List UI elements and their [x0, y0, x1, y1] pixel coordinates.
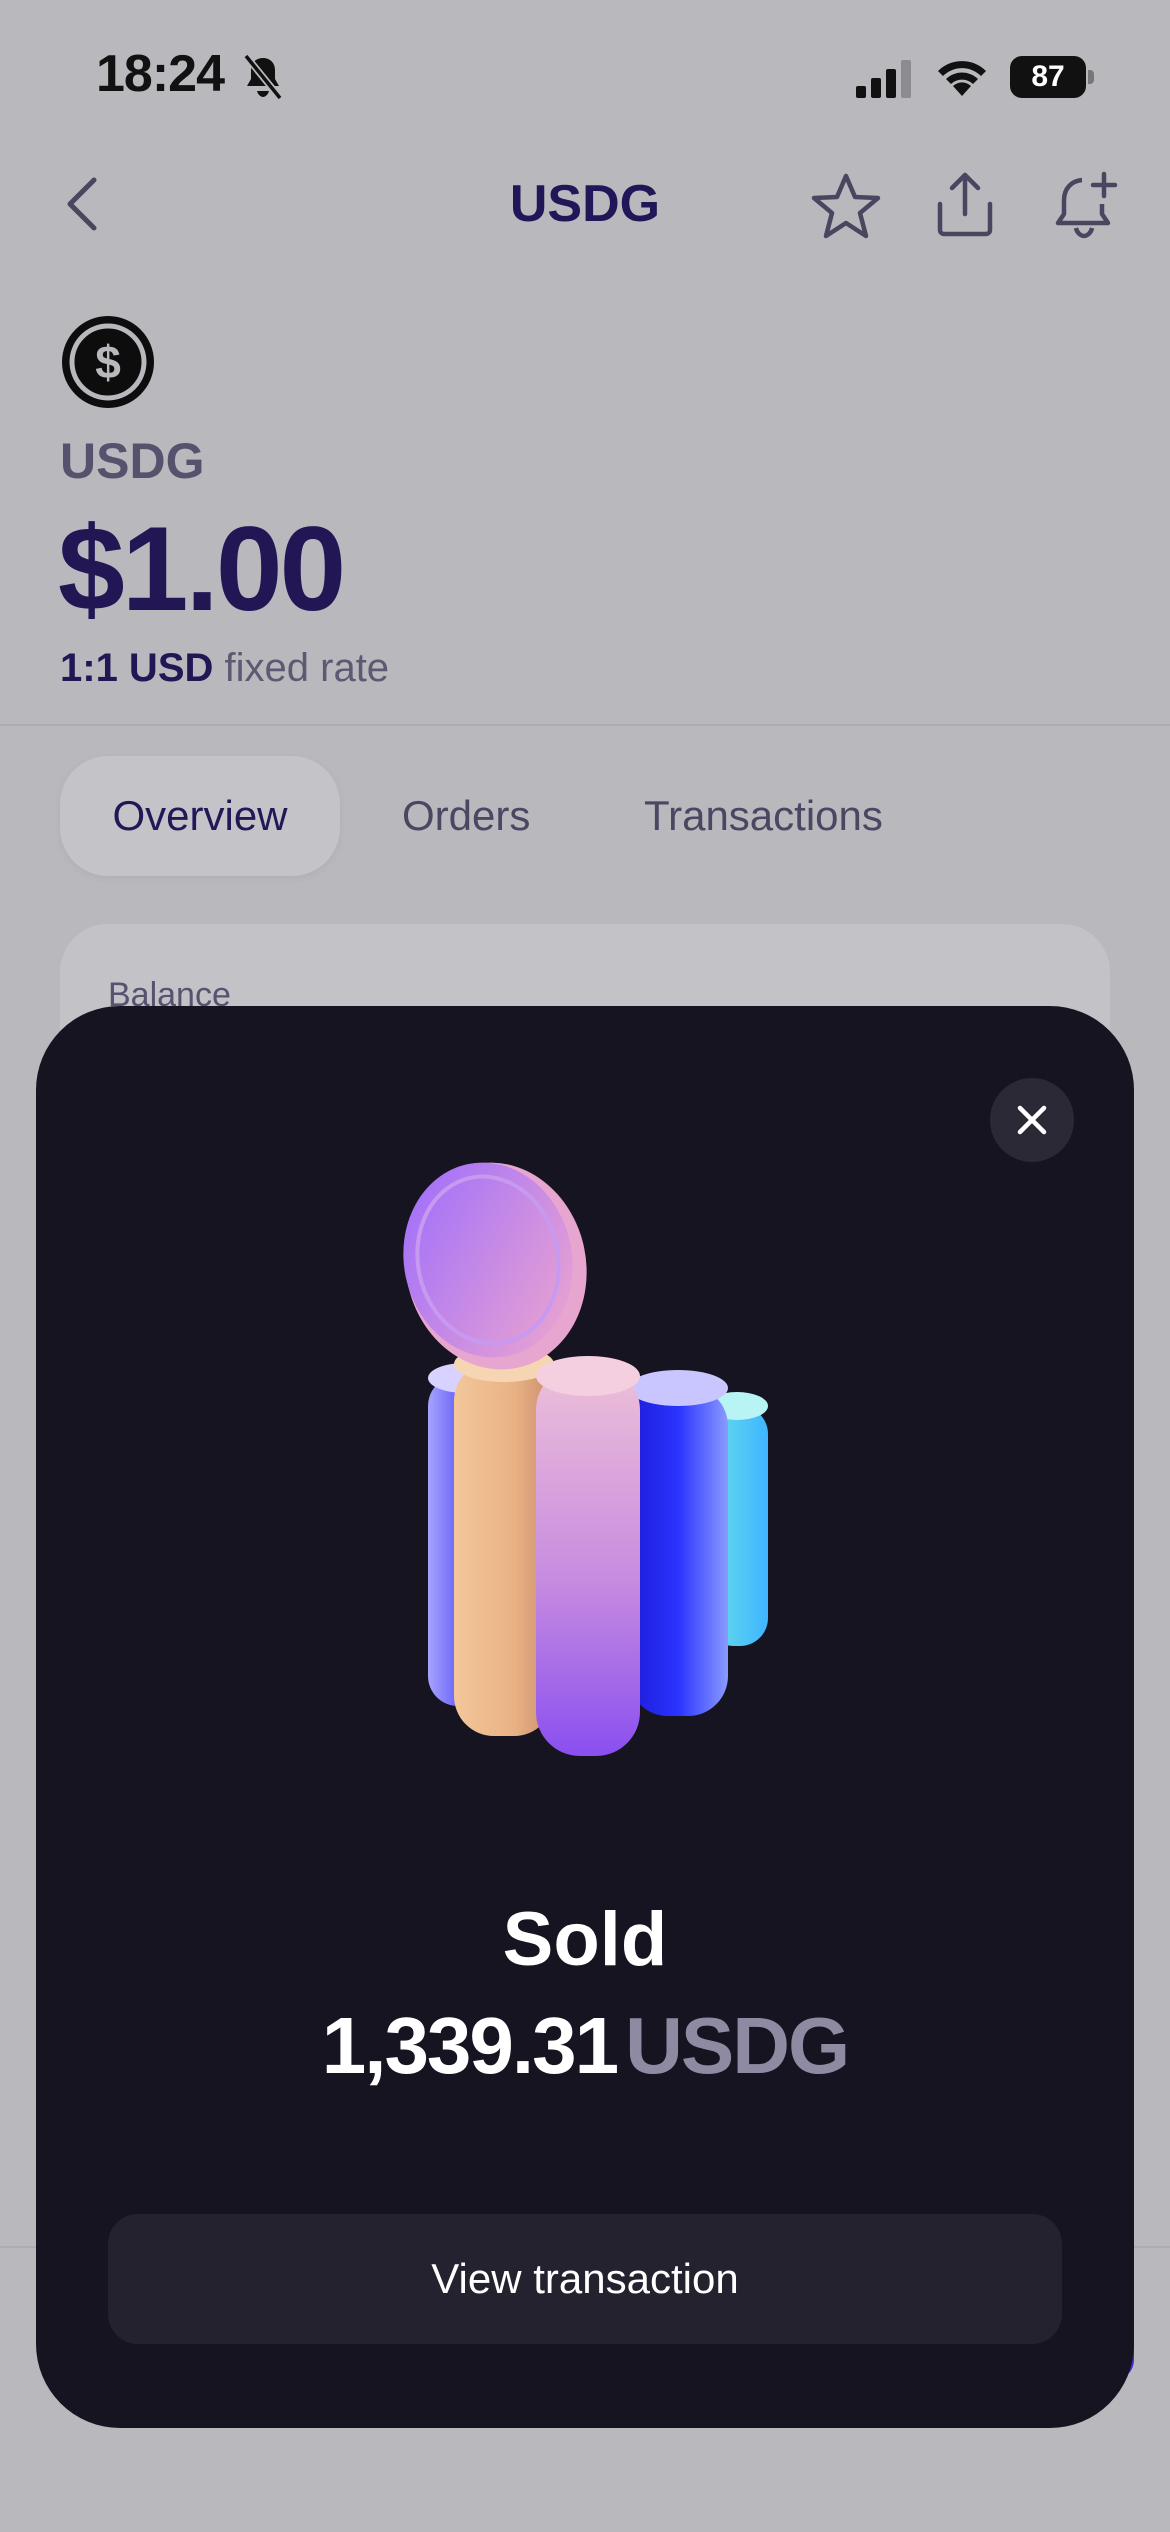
- signal-icon: [856, 60, 911, 98]
- sold-unit: USDG: [625, 2001, 850, 2090]
- bell-slash-icon: [243, 54, 283, 100]
- status-time: 18:24: [96, 45, 225, 103]
- token-price: $1.00: [58, 502, 346, 636]
- dollar-coin-icon: $: [62, 316, 154, 408]
- view-transaction-button[interactable]: View transaction: [108, 2214, 1062, 2344]
- token-name: USDG: [60, 433, 205, 489]
- sold-value: 1,339.31: [321, 2001, 619, 2090]
- bell-plus-icon[interactable]: [1052, 170, 1120, 240]
- sold-amount: 1,339.31 USDG: [36, 2000, 1134, 2092]
- battery-level: 87: [1010, 56, 1086, 98]
- star-icon[interactable]: [810, 172, 882, 240]
- svg-text:$: $: [95, 336, 121, 388]
- battery-icon: 87: [1010, 56, 1094, 98]
- status-bar: 18:24 87: [0, 0, 1170, 150]
- tab-transactions[interactable]: Transactions: [644, 756, 883, 876]
- token-rate: 1:1 USD fixed rate: [60, 646, 389, 691]
- coin-stack-illustration: [403, 1162, 768, 1756]
- close-icon: [1017, 1105, 1047, 1135]
- divider: [0, 724, 1170, 726]
- tab-orders[interactable]: Orders: [402, 756, 530, 876]
- sold-confirmation-modal: Sold 1,339.31 USDG View transaction: [36, 1006, 1134, 2428]
- close-button[interactable]: [990, 1078, 1074, 1162]
- rate-label: fixed rate: [224, 646, 390, 690]
- tab-overview[interactable]: Overview: [60, 756, 340, 876]
- rate-value: 1:1 USD: [60, 646, 214, 690]
- share-icon[interactable]: [932, 170, 998, 238]
- sold-title: Sold: [502, 1897, 668, 1982]
- wifi-icon: [938, 61, 986, 96]
